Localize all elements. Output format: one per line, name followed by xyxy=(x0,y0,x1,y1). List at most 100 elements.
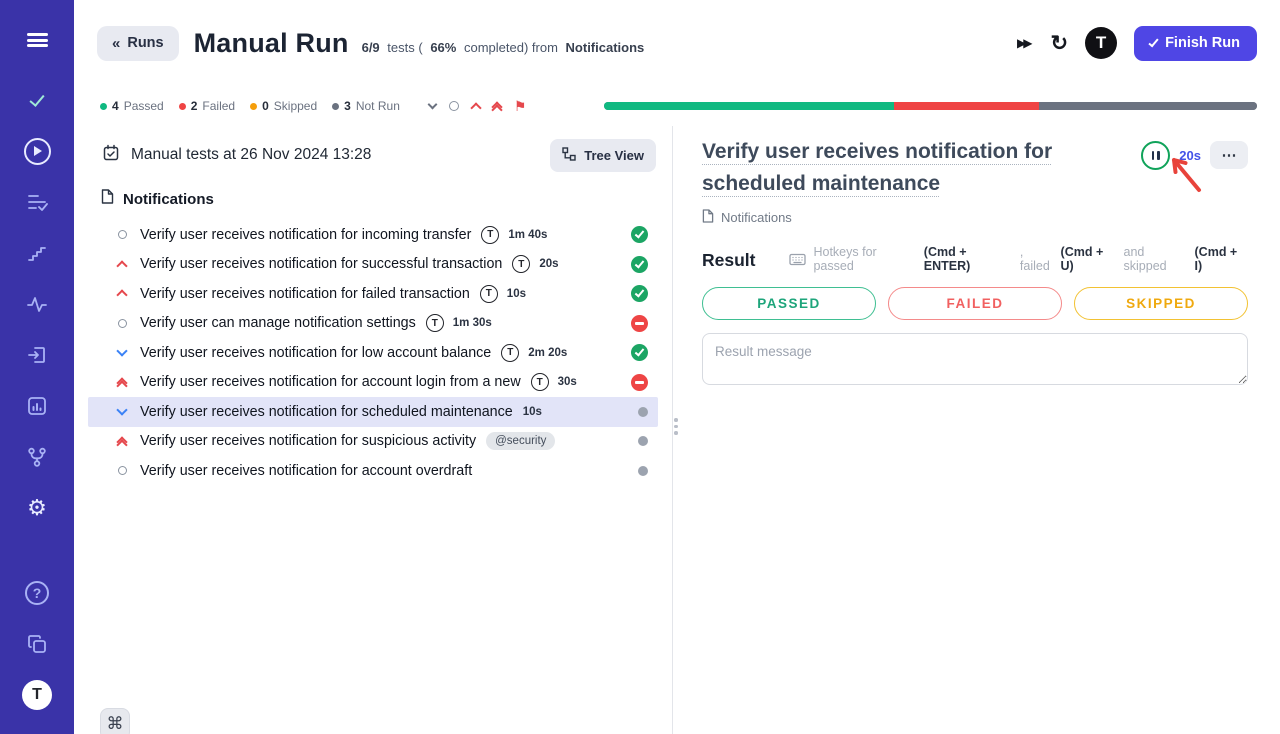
hotkeys-hint: Hotkeys for passed (Cmd + ENTER) , faile… xyxy=(789,245,1248,273)
resizer-handle-icon[interactable] xyxy=(674,418,678,435)
test-title: Verify user receives notification for fa… xyxy=(140,286,470,302)
test-row[interactable]: Verify user receives notification for ac… xyxy=(88,368,658,398)
test-row[interactable]: Verify user receives notification for lo… xyxy=(88,338,658,368)
progress-failed-segment xyxy=(894,102,1039,110)
test-row-selected[interactable]: Verify user receives notification for sc… xyxy=(88,397,658,427)
testomat-icon: T xyxy=(501,344,519,362)
play-icon[interactable] xyxy=(20,134,54,168)
menu-icon[interactable] xyxy=(20,23,54,57)
status-notrun-icon xyxy=(638,436,648,446)
test-row[interactable]: Verify user receives notification for fa… xyxy=(88,279,658,309)
detail-test-title[interactable]: Verify user receives notification for sc… xyxy=(702,136,1141,200)
test-duration: 10s xyxy=(507,288,526,300)
tree-view-button[interactable]: Tree View xyxy=(550,139,656,172)
failed-legend: 2Failed xyxy=(179,99,235,113)
status-failed-icon xyxy=(631,374,648,391)
pause-timer-button[interactable] xyxy=(1141,141,1170,170)
file-icon xyxy=(702,209,714,226)
test-row[interactable]: Verify user receives notification for su… xyxy=(88,427,658,457)
app-logo: T xyxy=(20,678,54,712)
priority-normal-icon xyxy=(118,230,140,239)
testomat-icon: T xyxy=(512,255,530,273)
priority-high-icon xyxy=(118,259,140,270)
suite-title: Notifications xyxy=(123,191,214,208)
branch-icon[interactable] xyxy=(20,440,54,474)
main-area: « Runs Manual Run 6/9 tests ( 66% comple… xyxy=(74,0,1280,734)
help-icon[interactable]: ? xyxy=(20,576,54,610)
page-title: Manual Run xyxy=(194,28,349,59)
priority-highest-filter-icon[interactable] xyxy=(493,99,501,114)
checklist-icon[interactable] xyxy=(20,185,54,219)
test-duration: 10s xyxy=(523,406,542,418)
test-title: Verify user receives notification for ac… xyxy=(140,463,472,479)
test-duration: 20s xyxy=(539,258,558,270)
failed-button[interactable]: FAILED xyxy=(888,287,1062,320)
test-title: Verify user receives notification for lo… xyxy=(140,345,491,361)
suite-header[interactable]: Notifications xyxy=(74,182,672,216)
notrun-legend: 3Not Run xyxy=(332,99,400,113)
status-failed-icon xyxy=(631,315,648,332)
fast-forward-icon[interactable]: ▶▶ xyxy=(1017,36,1033,50)
panel-resizer[interactable] xyxy=(672,126,680,734)
status-notrun-icon xyxy=(638,407,648,417)
test-title: Verify user receives notification for su… xyxy=(140,256,502,272)
status-passed-icon xyxy=(631,256,648,273)
copy-icon[interactable] xyxy=(20,627,54,661)
skipped-button[interactable]: SKIPPED xyxy=(1074,287,1248,320)
test-row[interactable]: Verify user can manage notification sett… xyxy=(88,309,658,339)
tree-icon xyxy=(562,147,576,164)
priority-high-filter-icon[interactable] xyxy=(470,102,481,113)
flag-icon[interactable]: ⚑ xyxy=(514,99,527,113)
gear-icon[interactable]: ⚙ xyxy=(20,491,54,525)
test-tag: @security xyxy=(486,432,555,450)
result-message-input[interactable] xyxy=(702,333,1248,385)
test-row[interactable]: Verify user receives notification for su… xyxy=(88,250,658,280)
command-palette-button[interactable]: ⌘ xyxy=(100,708,130,734)
priority-highest-icon xyxy=(118,375,140,390)
testomat-icon: T xyxy=(531,373,549,391)
chevron-down-icon[interactable] xyxy=(427,99,437,109)
test-duration: 1m 40s xyxy=(508,229,547,241)
test-row[interactable]: Verify user receives notification for in… xyxy=(88,220,658,250)
run-header: « Runs Manual Run 6/9 tests ( 66% comple… xyxy=(74,0,1280,86)
check-icon[interactable] xyxy=(20,83,54,117)
priority-normal-icon xyxy=(118,319,140,328)
chart-icon[interactable] xyxy=(20,389,54,423)
finish-run-button[interactable]: Finish Run xyxy=(1134,26,1257,61)
testomat-icon: T xyxy=(480,285,498,303)
steps-icon[interactable] xyxy=(20,236,54,270)
priority-normal-filter-icon[interactable] xyxy=(449,101,459,111)
failed-dot-icon xyxy=(179,103,186,110)
run-name: Manual tests at 26 Nov 2024 13:28 xyxy=(131,146,371,164)
test-rows: Verify user receives notification for in… xyxy=(88,220,658,486)
priority-highest-icon xyxy=(118,434,140,449)
priority-low-icon xyxy=(118,350,140,355)
priority-high-icon xyxy=(118,288,140,299)
keyboard-icon xyxy=(789,253,806,266)
check-icon xyxy=(1148,37,1158,48)
status-notrun-icon xyxy=(638,466,648,476)
signin-icon[interactable] xyxy=(20,338,54,372)
pulse-icon[interactable] xyxy=(20,287,54,321)
run-progress-subtitle: 6/9 tests ( 66% completed) from Notifica… xyxy=(362,31,649,55)
test-detail-panel: Verify user receives notification for sc… xyxy=(680,126,1280,734)
back-to-runs-button[interactable]: « Runs xyxy=(97,26,179,61)
test-row[interactable]: Verify user receives notification for ac… xyxy=(88,456,658,486)
priority-low-icon xyxy=(118,409,140,414)
test-duration: 1m 30s xyxy=(453,317,492,329)
passed-button[interactable]: PASSED xyxy=(702,287,876,320)
test-title: Verify user receives notification for in… xyxy=(140,227,471,243)
notrun-dot-icon xyxy=(332,103,339,110)
test-list-panel: Manual tests at 26 Nov 2024 13:28 Tree V… xyxy=(74,126,672,734)
test-title: Verify user can manage notification sett… xyxy=(140,315,416,331)
passed-legend: 4Passed xyxy=(100,99,164,113)
more-options-button[interactable]: ⋯ xyxy=(1210,141,1248,169)
breadcrumb[interactable]: Notifications xyxy=(702,209,1248,226)
testomat-logo[interactable]: T xyxy=(1085,27,1117,59)
test-title: Verify user receives notification for su… xyxy=(140,433,476,449)
retry-timer-icon[interactable]: ↻ xyxy=(1050,31,1068,56)
passed-dot-icon xyxy=(100,103,107,110)
priority-normal-icon xyxy=(118,466,140,475)
status-passed-icon xyxy=(631,344,648,361)
test-title: Verify user receives notification for ac… xyxy=(140,374,521,390)
